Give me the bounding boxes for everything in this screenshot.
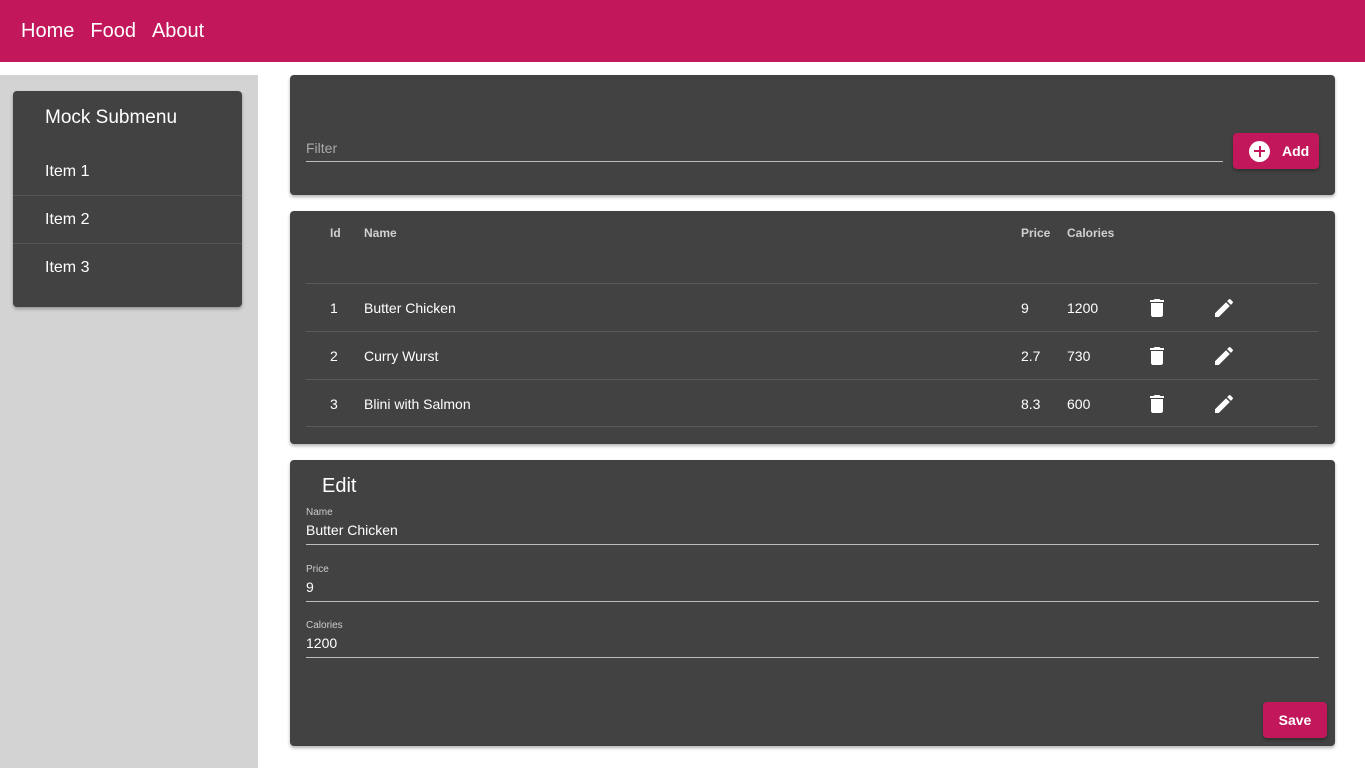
delete-icon[interactable]: [1145, 296, 1169, 320]
edit-pencil-icon[interactable]: [1212, 296, 1236, 320]
add-circle-icon: [1249, 140, 1270, 162]
edit-pencil-icon[interactable]: [1212, 392, 1236, 416]
edit-title: Edit: [322, 475, 357, 497]
cell-name: Butter Chicken: [364, 299, 456, 316]
nav-food-link[interactable]: Food: [90, 20, 136, 43]
calories-field-value[interactable]: 1200: [306, 635, 1319, 657]
filter-field: [306, 135, 1223, 162]
calories-field[interactable]: Calories 1200: [306, 620, 1319, 658]
submenu-title: Mock Submenu: [45, 107, 178, 128]
price-field-label: Price: [306, 564, 329, 575]
cell-price: 8.3: [1021, 395, 1041, 412]
name-field-label: Name: [306, 507, 333, 518]
price-field-value[interactable]: 9: [306, 579, 1319, 601]
edit-card: Edit Name Butter Chicken Price 9 Calorie…: [290, 460, 1335, 746]
column-header-calories[interactable]: Calories: [1067, 226, 1114, 240]
name-field[interactable]: Name Butter Chicken: [306, 507, 1319, 545]
cell-name: Curry Wurst: [364, 347, 439, 364]
cell-calories: 600: [1067, 395, 1091, 412]
table-row[interactable]: 2 Curry Wurst 2.7 730: [306, 331, 1318, 379]
column-header-price[interactable]: Price: [1021, 226, 1050, 240]
cell-id: 1: [330, 299, 338, 316]
column-header-name[interactable]: Name: [364, 226, 397, 240]
filter-card: Add: [290, 75, 1335, 195]
cell-name: Blini with Salmon: [364, 395, 471, 412]
column-header-id[interactable]: Id: [330, 226, 341, 240]
table-row[interactable]: 3 Blini with Salmon 8.3 600: [306, 379, 1318, 427]
table-row[interactable]: 1 Butter Chicken 9 1200: [306, 283, 1318, 331]
food-table-card: Id Name Price Calories 1 Butter Chicken …: [290, 211, 1335, 444]
price-field[interactable]: Price 9: [306, 564, 1319, 602]
cell-price: 2.7: [1021, 347, 1041, 364]
cell-id: 2: [330, 347, 338, 364]
top-nav-bar: Home Food About: [0, 0, 1365, 62]
filter-input[interactable]: [306, 135, 1223, 161]
cell-id: 3: [330, 395, 338, 412]
edit-pencil-icon[interactable]: [1212, 344, 1236, 368]
mock-submenu: Mock Submenu Item 1 Item 2 Item 3: [13, 91, 242, 307]
name-field-value[interactable]: Butter Chicken: [306, 522, 1319, 544]
submenu-item-2[interactable]: Item 2: [13, 195, 242, 243]
cell-calories: 1200: [1067, 299, 1099, 316]
nav-about-link[interactable]: About: [152, 20, 204, 43]
cell-price: 9: [1021, 299, 1029, 316]
save-button[interactable]: Save: [1263, 702, 1327, 738]
cell-calories: 730: [1067, 347, 1091, 364]
add-button-label: Add: [1282, 143, 1310, 159]
nav-home-link[interactable]: Home: [21, 20, 74, 43]
delete-icon[interactable]: [1145, 344, 1169, 368]
submenu-item-1[interactable]: Item 1: [13, 148, 242, 196]
calories-field-label: Calories: [306, 620, 343, 631]
delete-icon[interactable]: [1145, 392, 1169, 416]
add-button[interactable]: Add: [1233, 133, 1319, 169]
submenu-item-3[interactable]: Item 3: [13, 243, 242, 291]
